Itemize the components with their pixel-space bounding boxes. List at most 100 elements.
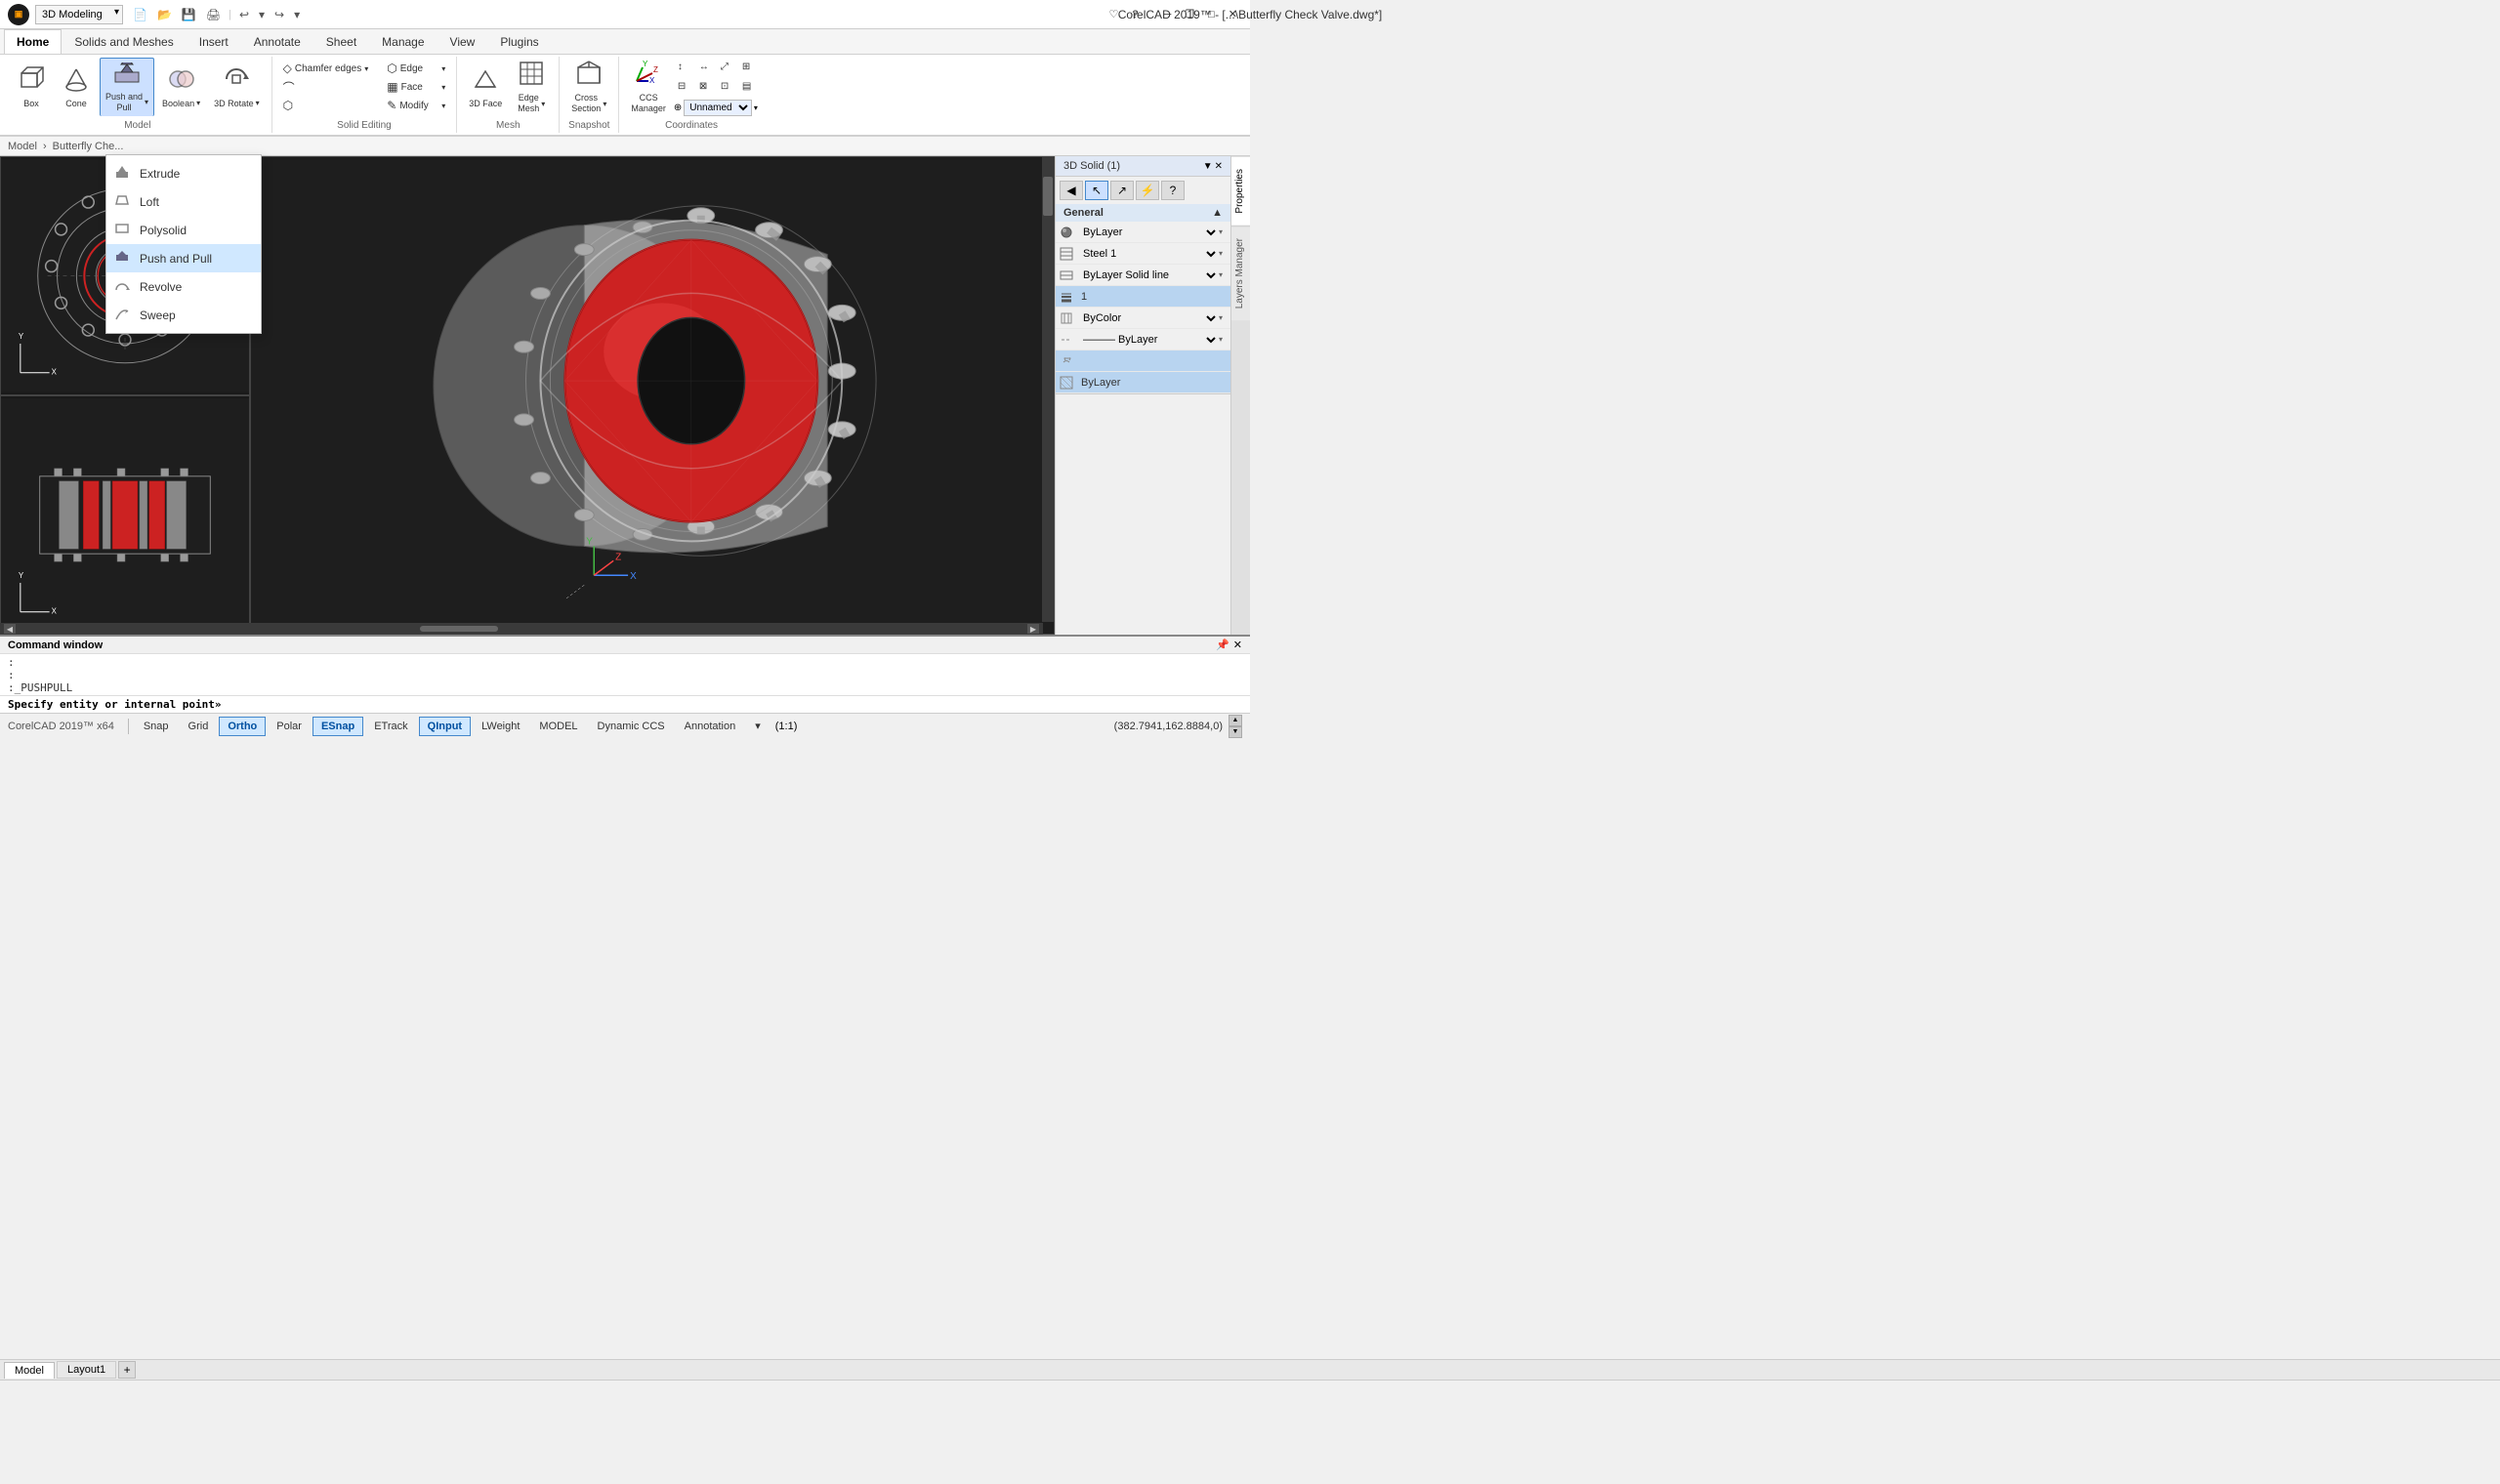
etrack-button[interactable]: ETrack bbox=[365, 717, 416, 736]
layers-manager-tab[interactable]: Layers Manager bbox=[1231, 226, 1250, 320]
coord-btn-2[interactable]: ↔ bbox=[695, 59, 715, 76]
push-pull-dropdown-arrow[interactable]: ▾ bbox=[145, 98, 148, 106]
panel-back-button[interactable]: ◀ bbox=[1060, 181, 1083, 200]
push-pull-button[interactable]: Push andPull ▾ bbox=[100, 58, 154, 116]
new-file-button[interactable]: 📄 bbox=[129, 6, 151, 23]
viewport-bottom-left[interactable]: X Y bbox=[0, 395, 250, 635]
edge-mesh-button[interactable]: EdgeMesh ▾ bbox=[510, 58, 553, 116]
ccs-manager-button[interactable]: X Y Z CCSManager bbox=[625, 58, 672, 116]
3d-face-button[interactable]: 3D Face bbox=[463, 58, 508, 116]
open-file-button[interactable]: 📂 bbox=[153, 6, 176, 23]
model-tab[interactable]: Model bbox=[4, 1362, 55, 1379]
3d-rotate-button[interactable]: 3D Rotate ▾ bbox=[208, 58, 266, 116]
cmd-close-button[interactable]: ✕ bbox=[1233, 639, 1242, 651]
snap-button[interactable]: Snap bbox=[135, 717, 178, 736]
material-selector[interactable]: Steel 1 bbox=[1077, 247, 1219, 261]
plotstyle-selector[interactable]: ByColor bbox=[1077, 311, 1219, 325]
layout1-tab[interactable]: Layout1 bbox=[57, 1361, 116, 1379]
3d-rotate-dropdown-arrow[interactable]: ▾ bbox=[256, 99, 260, 107]
face-dropdown-arrow[interactable]: ▾ bbox=[441, 83, 445, 92]
dynamic-ccs-button[interactable]: Dynamic CCS bbox=[589, 717, 674, 736]
tab-sheet[interactable]: Sheet bbox=[313, 29, 369, 54]
cross-section-dropdown-arrow[interactable]: ▾ bbox=[603, 100, 606, 108]
menu-item-loft[interactable]: Loft bbox=[106, 187, 261, 216]
coord-btn-8[interactable]: ▤ bbox=[738, 78, 758, 96]
properties-tab[interactable]: Properties bbox=[1231, 156, 1250, 226]
tab-manage[interactable]: Manage bbox=[369, 29, 437, 54]
undo-button[interactable]: ↩ bbox=[235, 6, 253, 23]
viewport-main[interactable]: X Y Z bbox=[250, 156, 1055, 635]
edge-mesh-dropdown-arrow[interactable]: ▾ bbox=[541, 100, 545, 108]
color-dropdown[interactable]: ▾ bbox=[1219, 227, 1230, 236]
menu-item-push-pull[interactable]: Push and Pull bbox=[106, 244, 261, 272]
esnap-button[interactable]: ESnap bbox=[312, 717, 363, 736]
coord-btn-1[interactable]: ↕ bbox=[674, 59, 693, 76]
status-scroll-down[interactable]: ▼ bbox=[1229, 726, 1242, 738]
hscroll-right[interactable]: ▶ bbox=[1027, 624, 1039, 634]
tab-insert[interactable]: Insert bbox=[187, 29, 241, 54]
panel-close-button[interactable]: ✕ bbox=[1215, 161, 1223, 172]
breadcrumb-file[interactable]: Butterfly Che... bbox=[53, 141, 124, 152]
cone-button[interactable]: Cone bbox=[55, 58, 98, 116]
menu-item-extrude[interactable]: Extrude bbox=[106, 159, 261, 187]
material-dropdown[interactable]: ▾ bbox=[1219, 249, 1230, 258]
coord-btn-3[interactable]: ⤢ bbox=[717, 59, 736, 76]
tab-solids-meshes[interactable]: Solids and Meshes bbox=[62, 29, 186, 54]
qinput-button[interactable]: QInput bbox=[419, 717, 471, 736]
status-scroll-up[interactable]: ▲ bbox=[1229, 715, 1242, 726]
annotation-button[interactable]: Annotation bbox=[676, 717, 745, 736]
coord-btn-6[interactable]: ⊠ bbox=[695, 78, 715, 96]
modify-dropdown-arrow[interactable]: ▾ bbox=[441, 102, 445, 110]
workspace-selector[interactable]: 3D Modeling bbox=[35, 5, 123, 24]
chamfer-dropdown-arrow[interactable]: ▾ bbox=[364, 64, 368, 73]
named-ccs-dropdown[interactable]: ▾ bbox=[754, 103, 758, 112]
named-ccs-selector[interactable]: Unnamed bbox=[684, 100, 752, 116]
grid-button[interactable]: Grid bbox=[180, 717, 218, 736]
breadcrumb-model[interactable]: Model bbox=[8, 141, 37, 152]
redo-button[interactable]: ↪ bbox=[271, 6, 288, 23]
coord-btn-4[interactable]: ⊞ bbox=[738, 59, 758, 76]
menu-item-sweep[interactable]: Sweep bbox=[106, 301, 261, 329]
layer-dropdown[interactable]: ▾ bbox=[1219, 270, 1230, 279]
panel-select-button[interactable]: ↖ bbox=[1085, 181, 1108, 200]
panel-lightning-button[interactable]: ⚡ bbox=[1136, 181, 1159, 200]
ortho-button[interactable]: Ortho bbox=[219, 717, 266, 736]
hscroll-left[interactable]: ◀ bbox=[4, 624, 16, 634]
box-button[interactable]: Box bbox=[10, 58, 53, 116]
coord-btn-7[interactable]: ⊡ bbox=[717, 78, 736, 96]
edge-tool-button[interactable]: ⬡ Edge ▾ bbox=[382, 60, 450, 77]
tab-annotate[interactable]: Annotate bbox=[241, 29, 313, 54]
ltscale-selector[interactable]: ——— ByLayer bbox=[1077, 333, 1219, 347]
lweight-button[interactable]: LWeight bbox=[473, 717, 528, 736]
viewport-hscroll[interactable]: ◀ ▶ bbox=[0, 623, 1043, 635]
model-button[interactable]: MODEL bbox=[530, 717, 586, 736]
panel-expand-button[interactable]: ▼ bbox=[1203, 161, 1213, 172]
save-button[interactable]: 💾 bbox=[178, 6, 200, 23]
annotation-dropdown[interactable]: ▾ bbox=[746, 717, 770, 736]
cross-section-button[interactable]: CrossSection ▾ bbox=[565, 58, 612, 116]
viewport-vscroll[interactable] bbox=[1042, 157, 1054, 622]
command-prompt[interactable]: Specify entity or internal point» bbox=[0, 695, 1250, 713]
menu-item-polysolid[interactable]: Polysolid bbox=[106, 216, 261, 244]
tab-view[interactable]: View bbox=[438, 29, 488, 54]
coord-btn-5[interactable]: ⊟ bbox=[674, 78, 693, 96]
undo-dropdown[interactable]: ▾ bbox=[255, 6, 269, 23]
layer-linetype-selector[interactable]: ByLayer Solid line bbox=[1077, 268, 1219, 282]
polar-button[interactable]: Polar bbox=[268, 717, 311, 736]
panel-add-button[interactable]: ↗ bbox=[1110, 181, 1134, 200]
chamfer-edges-button[interactable]: ◇ Chamfer edges ▾ bbox=[278, 60, 374, 77]
tab-home[interactable]: Home bbox=[4, 29, 62, 54]
face-tool-button[interactable]: ▦ Face ▾ bbox=[382, 78, 450, 96]
shell-button[interactable]: ⬡ bbox=[278, 97, 374, 114]
print-button[interactable]: 🖨 bbox=[202, 6, 225, 23]
tab-plugins[interactable]: Plugins bbox=[487, 29, 551, 54]
ltscale-dropdown[interactable]: ▾ bbox=[1219, 335, 1230, 344]
redo-dropdown[interactable]: ▾ bbox=[290, 6, 304, 23]
cmd-pin-button[interactable]: 📌 bbox=[1216, 639, 1229, 651]
plotstyle-dropdown[interactable]: ▾ bbox=[1219, 313, 1230, 322]
add-layout-button[interactable]: + bbox=[118, 1361, 136, 1379]
boolean-button[interactable]: Boolean ▾ bbox=[156, 58, 206, 116]
edge-dropdown-arrow[interactable]: ▾ bbox=[441, 64, 445, 73]
color-selector[interactable]: ByLayer bbox=[1077, 226, 1219, 239]
section-header-general[interactable]: General ▲ bbox=[1056, 204, 1230, 222]
